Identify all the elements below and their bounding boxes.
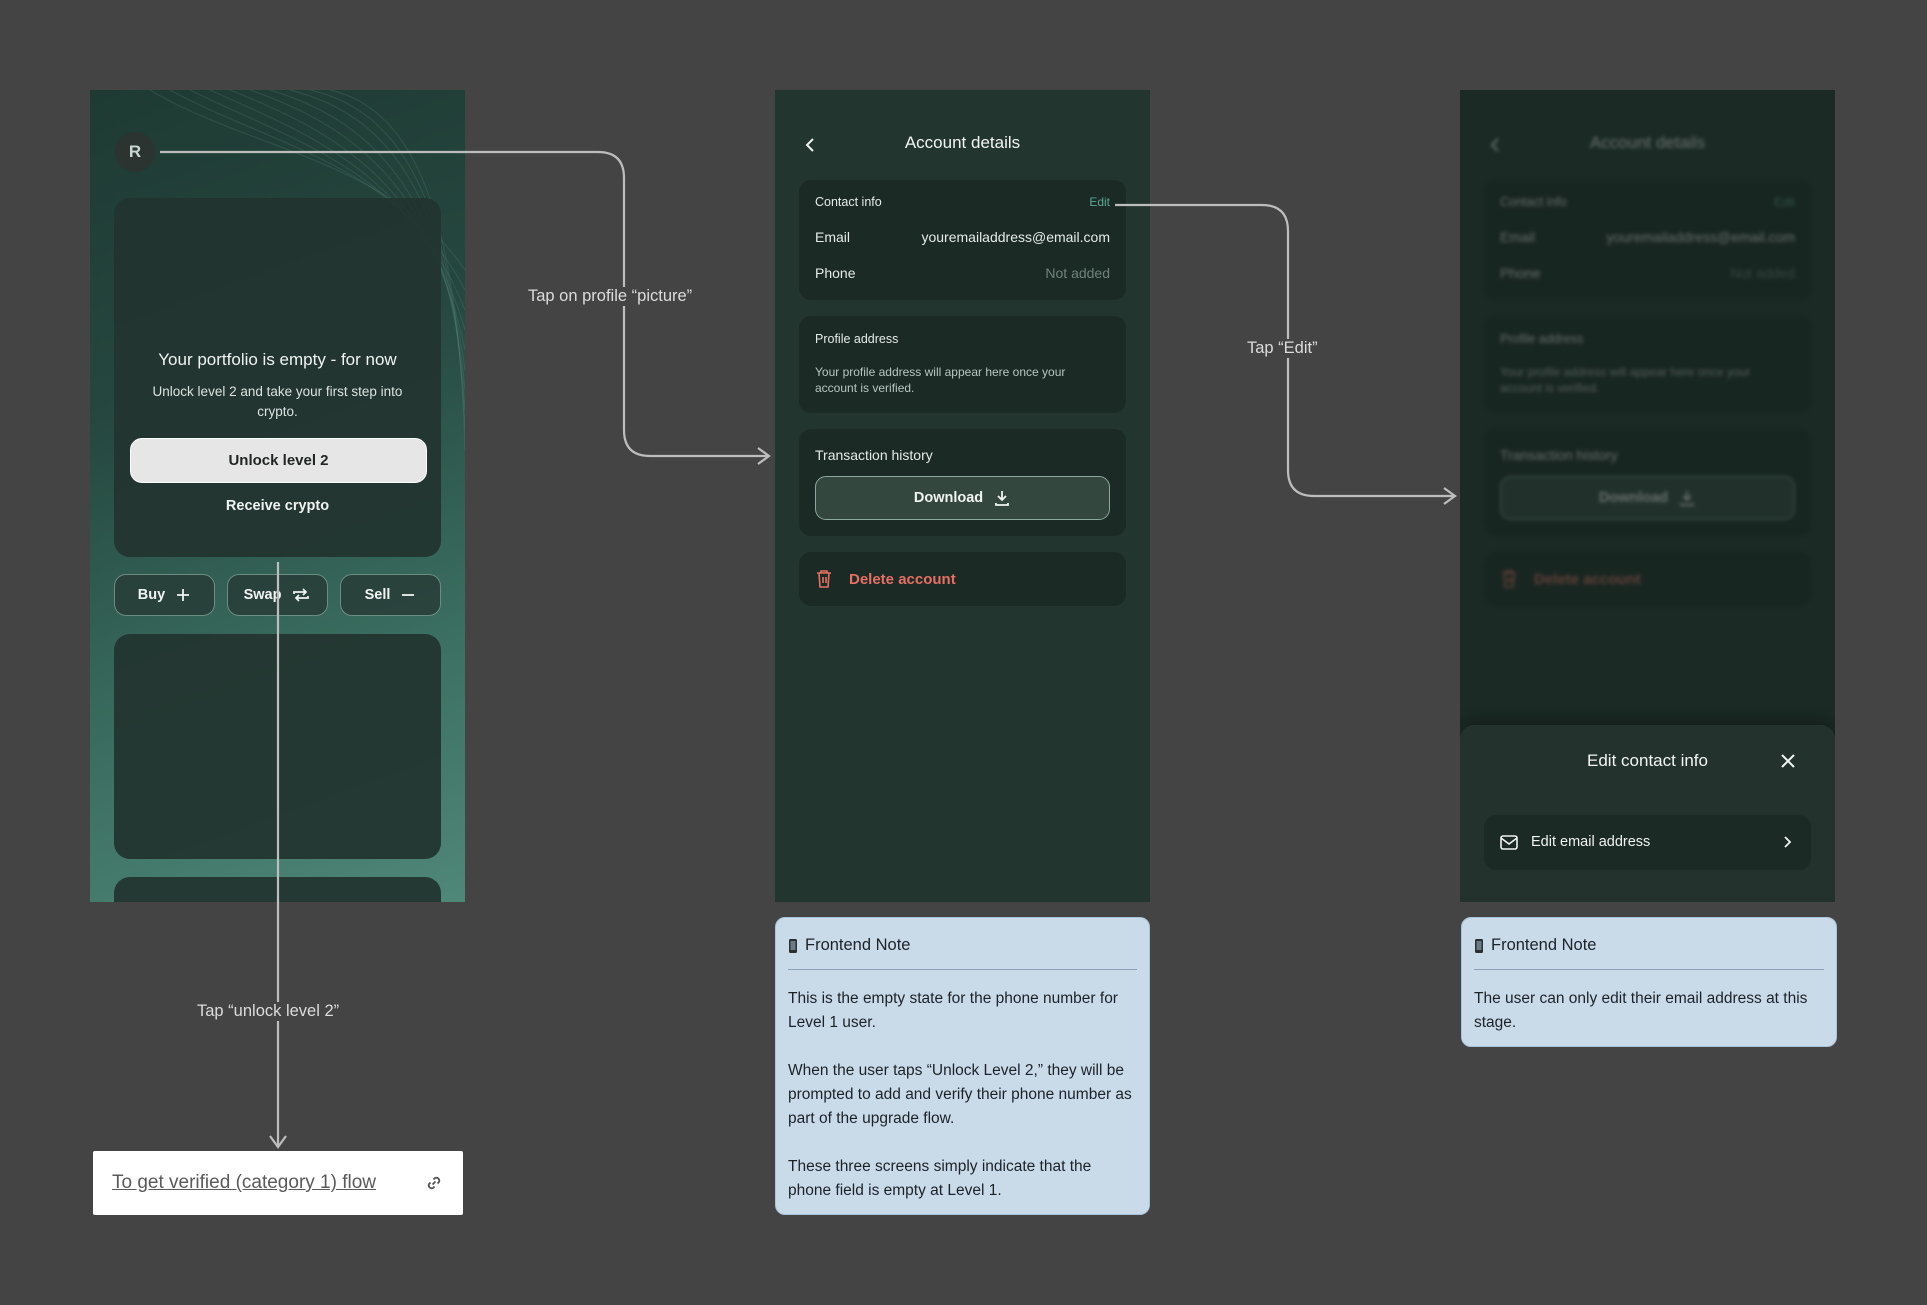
note-heading-text: Frontend Note bbox=[805, 936, 911, 954]
note-paragraph: The user can only edit their email addre… bbox=[1474, 990, 1808, 1031]
tap-profile-label: Tap on profile “picture” bbox=[522, 287, 699, 306]
link-icon bbox=[427, 1176, 441, 1190]
phone-icon bbox=[1475, 938, 1483, 953]
note-body: This is the empty state for the phone nu… bbox=[788, 987, 1137, 1227]
verified-flow-link-text[interactable]: To get verified (category 1) flow bbox=[112, 1172, 376, 1194]
note-paragraph: These three screens simply indicate that… bbox=[788, 1158, 1092, 1199]
note-heading: Frontend Note bbox=[788, 936, 910, 955]
frontend-note-1: Frontend Note This is the empty state fo… bbox=[775, 917, 1150, 1215]
note-heading-text: Frontend Note bbox=[1491, 936, 1597, 954]
tap-unlock-label: Tap “unlock level 2” bbox=[191, 1002, 346, 1021]
note-divider bbox=[1474, 969, 1824, 970]
note-paragraph: When the user taps “Unlock Level 2,” the… bbox=[788, 1062, 1132, 1127]
verified-flow-link[interactable]: To get verified (category 1) flow bbox=[93, 1151, 463, 1215]
note-paragraph: This is the empty state for the phone nu… bbox=[788, 990, 1118, 1031]
note-divider bbox=[788, 969, 1137, 970]
note-heading: Frontend Note bbox=[1474, 936, 1596, 955]
frontend-note-2: Frontend Note The user can only edit the… bbox=[1461, 917, 1837, 1047]
tap-edit-label: Tap “Edit” bbox=[1241, 339, 1324, 358]
phone-icon bbox=[789, 938, 797, 953]
note-body: The user can only edit their email addre… bbox=[1474, 987, 1824, 1059]
